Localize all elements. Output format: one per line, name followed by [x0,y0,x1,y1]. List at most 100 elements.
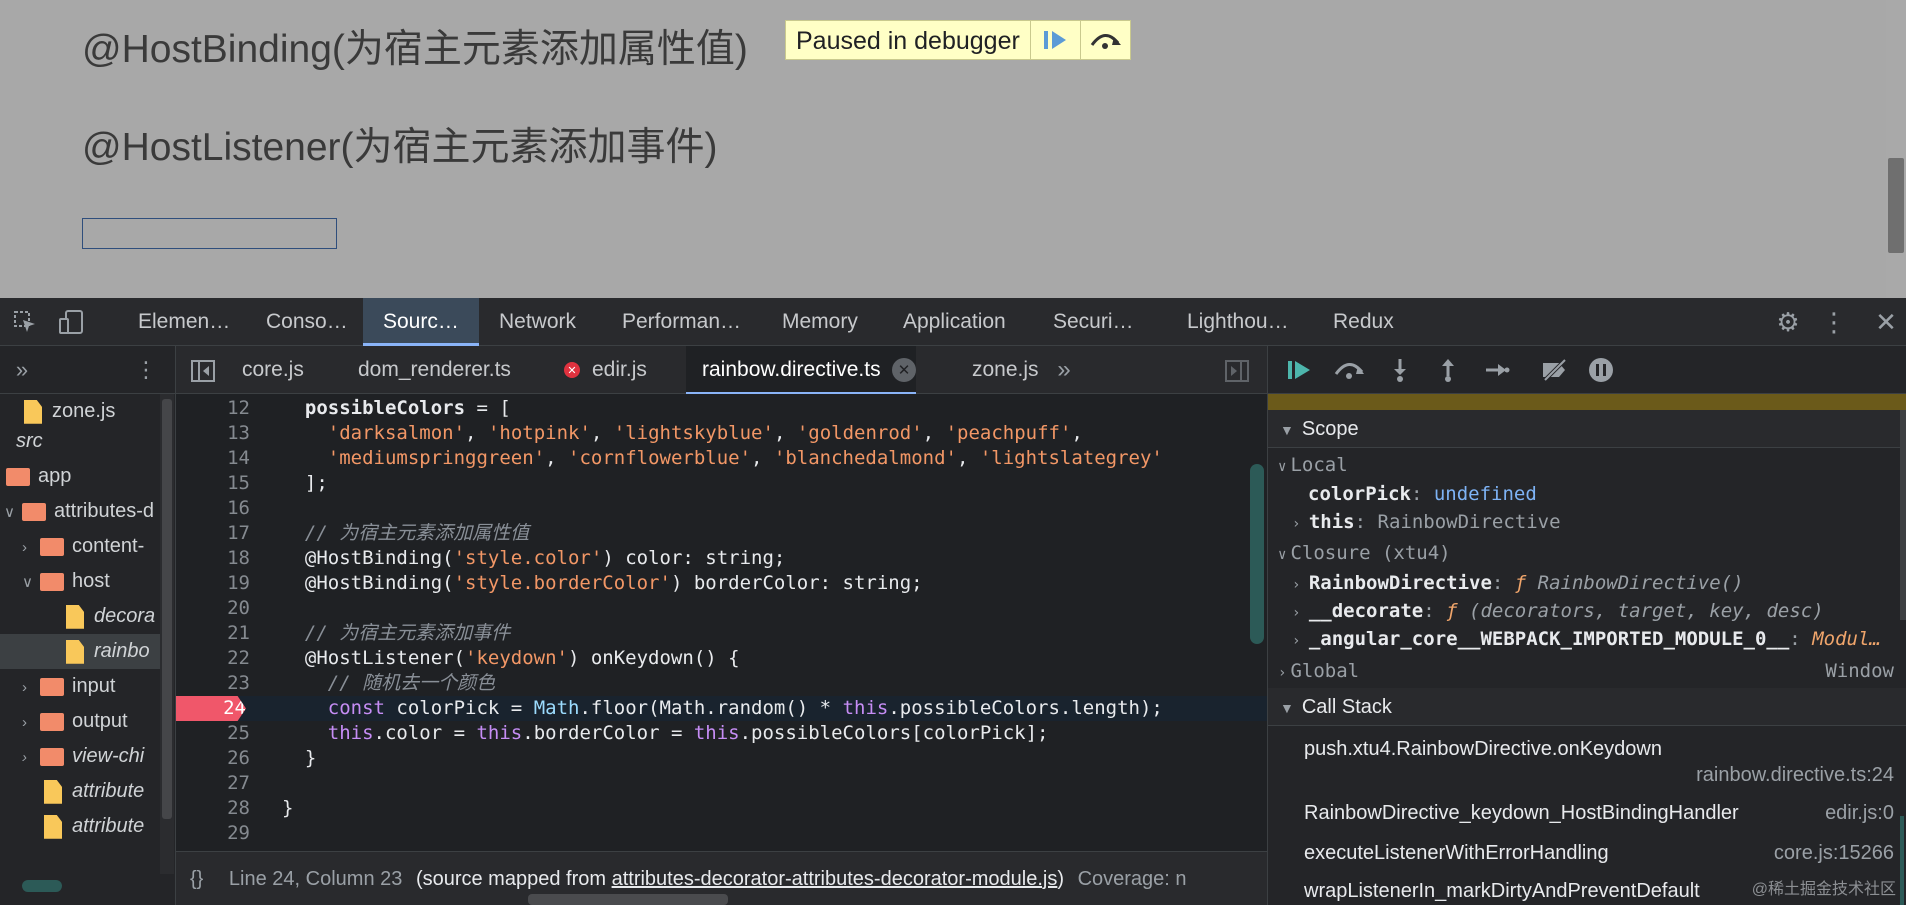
code-area[interactable]: 12 possibleColors = [ 13 'darksalmon', '… [176,394,1267,844]
code-line: 14 'mediumspringgreen', 'cornflowerblue'… [227,447,1163,469]
rainbow-input[interactable] [82,218,337,249]
tree-item-rainbow[interactable]: rainbo [0,634,160,669]
scope-closure-group[interactable]: ∨ Closure (xtu4) [1278,542,1451,564]
scope-var-rainbowdirective[interactable]: › RainbowDirective: ƒ RainbowDirective() [1292,572,1744,594]
code-line: 22 @HostListener('keydown') onKeydown() … [227,647,740,669]
toggle-debugger-icon[interactable] [1224,358,1250,384]
horizontal-scrollbar[interactable] [528,894,728,905]
callstack-frame-fn[interactable]: wrapListenerIn_markDirtyAndPreventDefaul… [1304,880,1700,903]
resume-script-icon[interactable] [1284,356,1314,384]
tree-item-attribute-1[interactable]: attribute [0,774,160,809]
tree-item-attribute-2[interactable]: attribute [0,809,160,844]
code-line: 20 [227,597,250,619]
editor-tab-rainbow-directive[interactable]: rainbow.directive.ts [686,346,916,394]
tab-console[interactable]: Conso… [266,298,348,346]
debugger-sidebar: ▼ Scope ∨ Local colorPick: undefined › thi… [1267,346,1906,905]
code-line: 25 this.color = this.borderColor = this.… [227,722,1049,744]
scope-var-this[interactable]: › this: RainbowDirective [1292,511,1561,533]
tab-sources[interactable]: Sourc… [363,298,479,346]
source-map-link[interactable]: attributes-decorator-attributes-decorato… [612,868,1058,890]
editor-tab-zone-js[interactable]: zone.js [972,346,1039,394]
navigator-hscrollbar[interactable] [22,880,62,892]
tab-memory[interactable]: Memory [782,298,858,346]
scope-var-angular-core[interactable]: › _angular_core__WEBPACK_IMPORTED_MODULE… [1292,628,1881,650]
tree-item-app[interactable]: app [0,459,160,494]
close-tab-icon[interactable]: ✕ [892,358,916,382]
file-navigator: » ⋮ zone.js src app ∨ attributes-d › conte… [0,346,176,905]
breakpoint-line[interactable]: 24 const colorPick = Math.floor(Math.ran… [176,696,1267,721]
step-icon[interactable] [1482,356,1512,384]
step-over-icon [1091,34,1122,49]
tree-item-view-child[interactable]: › view-chi [0,739,160,774]
tab-elements[interactable]: Elemen… [138,298,230,346]
page-heading-hostlistener: @HostListener(为宿主元素添加事件) [82,126,718,169]
page-scrollbar[interactable] [1886,0,1906,298]
scope-var-decorate[interactable]: › __decorate: ƒ (decorators, target, key… [1292,600,1824,622]
code-line: 28} [227,797,294,819]
paused-text: Paused in debugger [796,27,1020,55]
callstack-frame-fn[interactable]: RainbowDirective_keydown_HostBindingHand… [1304,802,1739,825]
close-devtools-icon[interactable]: ✕ [1872,307,1900,337]
tree-item-input[interactable]: › input [0,669,160,704]
step-into-icon[interactable] [1386,356,1414,384]
callstack-frame-loc[interactable]: edir.js:0 [1825,802,1894,825]
inspect-element-icon[interactable] [10,308,40,336]
pause-on-exceptions-icon[interactable] [1586,356,1616,384]
scope-section-header[interactable]: ▼ Scope [1268,410,1906,448]
watermark: @稀土掘金技术社区 [1751,881,1896,898]
step-out-icon[interactable] [1434,356,1462,384]
tree-item-attributes-decorator[interactable]: ∨ attributes-d [0,494,160,529]
resume-button[interactable] [1029,21,1080,59]
pretty-print-icon[interactable]: {} [190,868,203,890]
editor-tab-edir-js[interactable]: edir.js [592,346,647,394]
tab-application[interactable]: Application [903,298,1006,346]
page-viewport: @HostBinding(为宿主元素添加属性值) @HostListener(为… [0,0,1906,298]
tab-redux[interactable]: Redux [1333,298,1394,346]
code-line: 19 @HostBinding('style.borderColor') bor… [227,572,923,594]
tree-item-src[interactable]: src [0,424,160,459]
tree-item-host[interactable]: ∨ host [0,564,160,599]
navigator-scrollbar[interactable] [160,394,174,874]
resume-icon [1044,31,1067,49]
tab-network[interactable]: Network [499,298,576,346]
more-tabs-icon[interactable]: » [10,357,34,382]
tab-lighthouse[interactable]: Lighthou… [1187,298,1289,346]
scope-scrollbar[interactable] [1900,410,1906,620]
scope-local-group[interactable]: ∨ Local [1278,454,1348,476]
editor-tabs: core.js dom_renderer.ts ✕ edir.js rainbo… [176,346,1267,394]
device-toolbar-icon[interactable] [56,308,86,336]
editor-tab-dom-renderer[interactable]: dom_renderer.ts [358,346,511,394]
callstack-scrollbar[interactable] [1900,816,1904,905]
tree-item-decorator[interactable]: decora [0,599,160,634]
coverage-label: Coverage: n [1077,868,1187,890]
settings-gear-icon[interactable]: ⚙ [1773,307,1803,337]
scope-var-colorpick[interactable]: colorPick: undefined [1308,483,1537,505]
code-line: 16 [227,497,250,519]
deactivate-breakpoints-icon[interactable] [1538,356,1572,384]
step-over-button[interactable] [1079,21,1130,59]
navigator-menu-icon[interactable]: ⋮ [135,357,157,382]
step-over-icon[interactable] [1332,356,1366,384]
code-line: 12 possibleColors = [ [227,397,511,419]
tab-performance[interactable]: Performan… [622,298,741,346]
navigator-header: » ⋮ [0,346,175,394]
source-editor: core.js dom_renderer.ts ✕ edir.js rainbo… [176,346,1267,905]
callstack-frame-loc[interactable]: rainbow.directive.ts:24 [1696,764,1894,787]
tab-security[interactable]: Securi… [1053,298,1134,346]
callstack-frame-fn[interactable]: executeListenerWithErrorHandling [1304,842,1609,865]
editor-tab-core-js[interactable]: core.js [242,346,304,394]
more-options-icon[interactable]: ⋮ [1821,307,1847,337]
more-editor-tabs-icon[interactable]: » [1052,356,1076,384]
file-tree: zone.js src app ∨ attributes-d › content- … [0,394,175,894]
breakpoint-marker: 24 [176,696,246,721]
scope-global-group[interactable]: › Global [1278,660,1359,682]
cursor-position: Line 24, Column 23 [228,868,403,890]
editor-scrollbar[interactable] [1250,464,1264,644]
tree-item-output[interactable]: › output [0,704,160,739]
callstack-section-header[interactable]: ▼ Call Stack [1268,688,1906,726]
toggle-navigator-icon[interactable] [190,358,216,384]
callstack-frame-loc[interactable]: core.js:15266 [1774,842,1894,865]
tree-item-content[interactable]: › content- [0,529,160,564]
callstack-frame-fn[interactable]: push.xtu4.RainbowDirective.onKeydown [1304,738,1662,761]
debugger-toolbar [1268,346,1906,394]
